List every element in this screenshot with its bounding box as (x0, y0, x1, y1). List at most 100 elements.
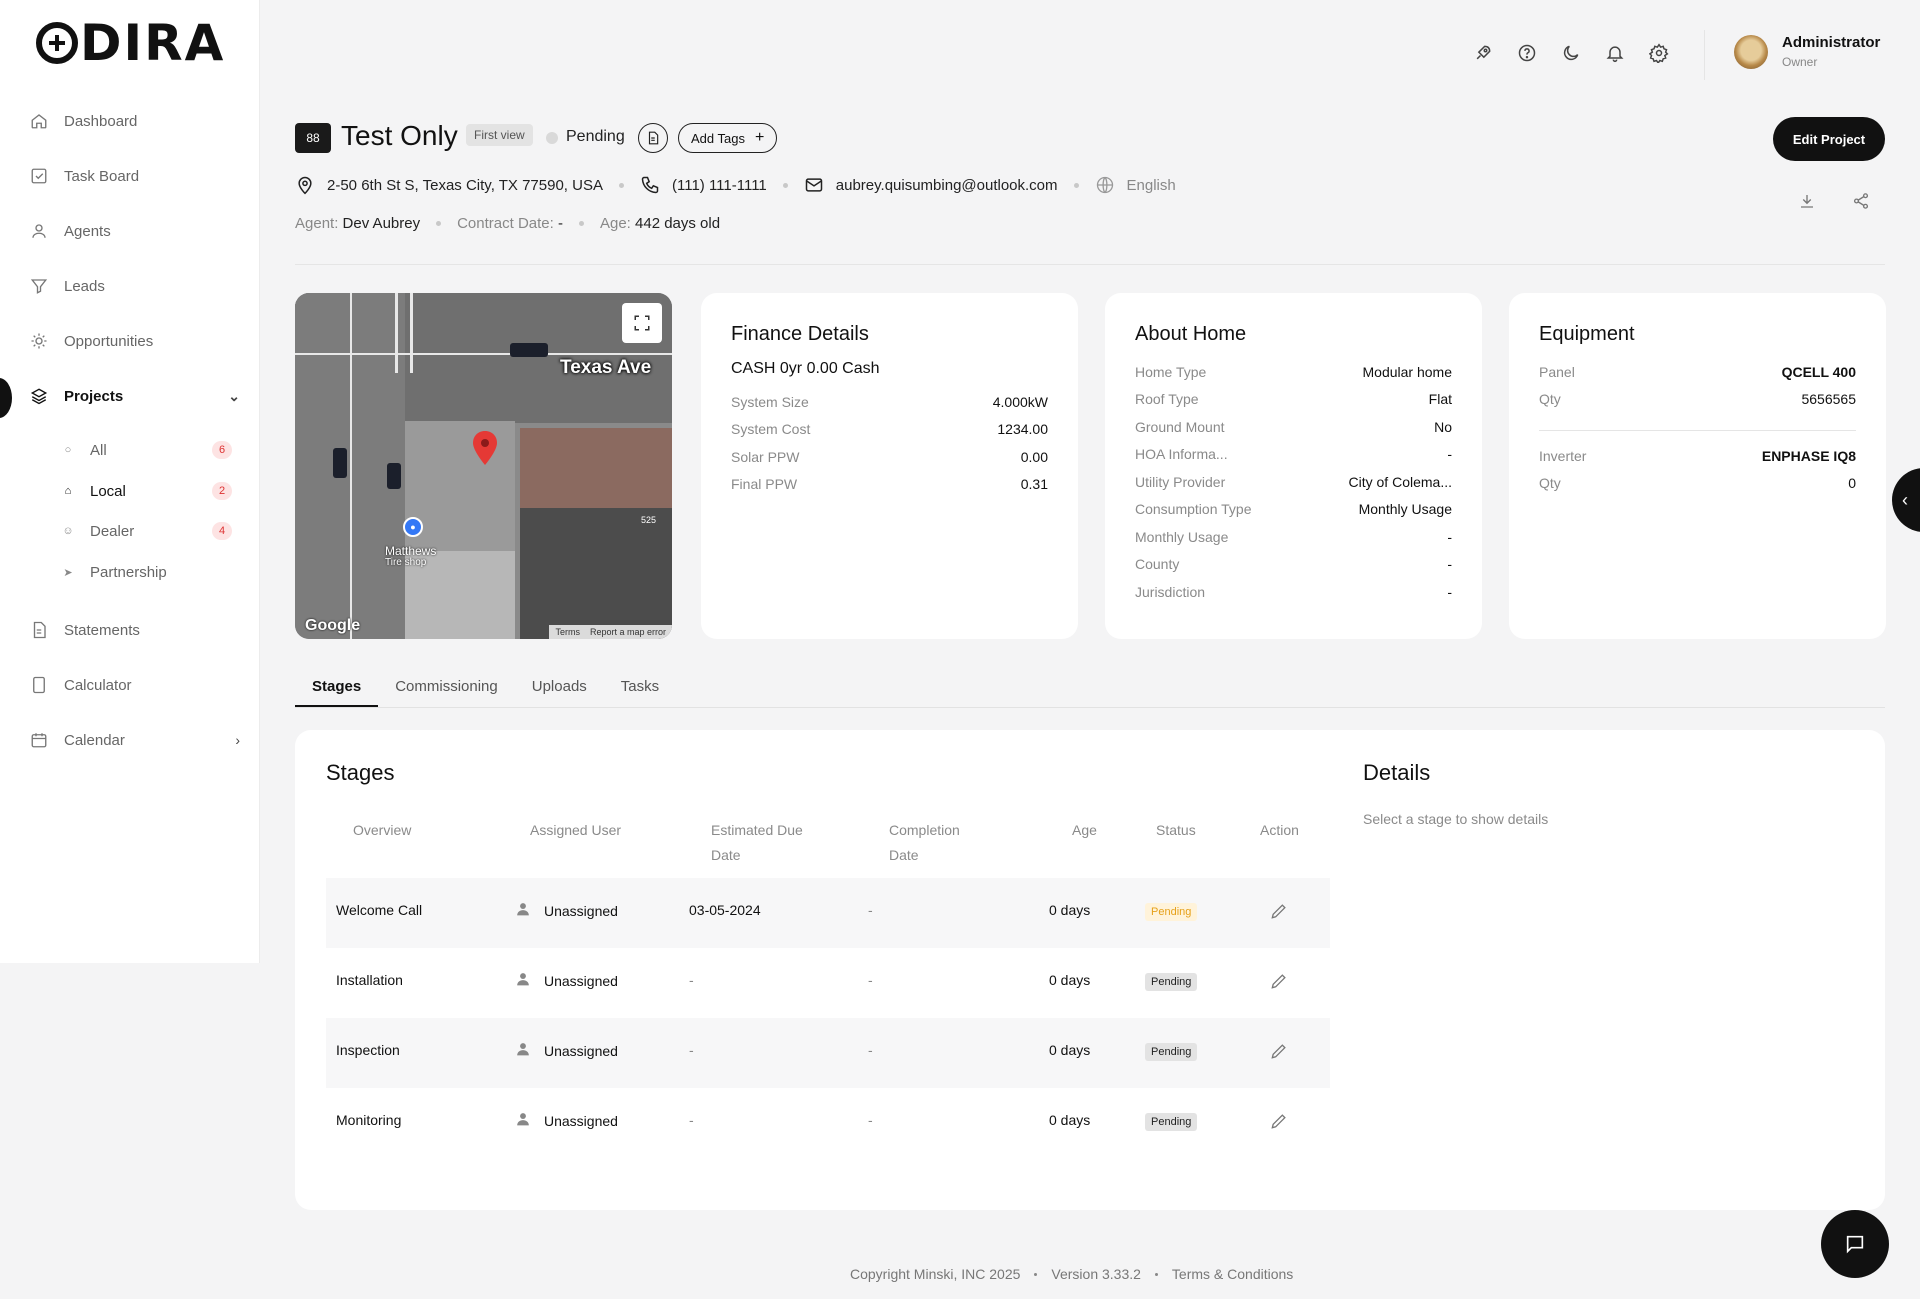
card-title: Equipment (1539, 323, 1635, 345)
tab-tasks[interactable]: Tasks (604, 678, 676, 708)
map-terms-link[interactable]: Terms (555, 627, 580, 637)
contact-info-row: 2-50 6th St S, Texas City, TX 77590, USA… (295, 175, 1176, 195)
plus-icon: + (754, 129, 765, 146)
user-icon (516, 1112, 530, 1129)
edit-pencil-icon[interactable] (1269, 1041, 1289, 1066)
map-report-link[interactable]: Report a map error (590, 627, 666, 637)
sidebar-item-projects[interactable]: Projects ⌄ (30, 384, 240, 408)
card-title: About Home (1135, 323, 1247, 345)
map-place-label: Matthews Tire shop (385, 544, 437, 568)
sidebar-item-agents[interactable]: Agents (30, 219, 240, 243)
edit-pencil-icon[interactable] (1269, 971, 1289, 996)
sidebar-item-statements[interactable]: Statements (30, 618, 240, 642)
map-street-label: Texas Ave (560, 357, 652, 378)
stage-age: 0 days (1049, 972, 1091, 988)
footer-terms-link[interactable]: Terms & Conditions (1172, 1266, 1293, 1282)
document-icon (30, 621, 48, 639)
header-divider (1704, 30, 1705, 80)
user-icon (516, 1042, 530, 1059)
edit-pencil-icon[interactable] (1269, 1111, 1289, 1136)
property-map[interactable]: Texas Ave ● Matthews Tire shop 525 Google… (295, 293, 672, 639)
project-email[interactable]: aubrey.quisumbing@outlook.com (836, 177, 1058, 194)
sidebar-subitem-dealer[interactable]: ☺ Dealer 4 (62, 520, 232, 542)
equipment-row: Qty 5656565 (1539, 391, 1856, 407)
col-header-status: Status (1156, 822, 1196, 838)
add-tags-button[interactable]: Add Tags + (678, 123, 778, 153)
table-row[interactable]: Monitoring Unassigned - - 0 days Pending (326, 1088, 1330, 1158)
gear-icon[interactable] (1648, 42, 1670, 64)
rocket-icon[interactable] (1472, 42, 1494, 64)
footer-version: Version 3.33.2 (1051, 1266, 1141, 1282)
project-status: Pending (566, 128, 625, 145)
user-menu[interactable]: Administrator Owner (1734, 34, 1880, 69)
sidebar-item-task-board[interactable]: Task Board (30, 164, 240, 188)
user-icon (516, 902, 530, 919)
sidebar-item-calendar[interactable]: Calendar › (30, 728, 240, 752)
map-lot-number: 525 (641, 515, 657, 525)
fullscreen-icon[interactable] (622, 303, 662, 343)
sidebar-item-calculator[interactable]: Calculator (30, 673, 240, 697)
table-row[interactable]: Installation Unassigned - - 0 days Pendi… (326, 948, 1330, 1018)
status-badge: Pending (1145, 1043, 1198, 1061)
download-icon[interactable] (1798, 192, 1816, 215)
chat-icon (1846, 1235, 1864, 1254)
edit-pencil-icon[interactable] (1269, 901, 1289, 926)
finance-row: System Size 4.000kW (731, 394, 1048, 410)
home-icon (30, 112, 48, 130)
edit-project-button[interactable]: Edit Project (1773, 117, 1885, 161)
tab-stages[interactable]: Stages (295, 678, 379, 708)
sidebar-item-leads[interactable]: Leads (30, 274, 240, 298)
bell-icon[interactable] (1604, 42, 1626, 64)
user-icon (516, 972, 530, 989)
details-title: Details (1363, 760, 1431, 785)
help-icon[interactable] (1516, 42, 1538, 64)
header-actions (1798, 192, 1870, 215)
user-role: Owner (1782, 55, 1818, 69)
google-logo: Google (305, 617, 361, 634)
location-pin-icon (295, 175, 315, 195)
assigned-user: Unassigned (544, 1042, 618, 1059)
sidebar-item-label: Calculator (64, 676, 132, 694)
table-row[interactable]: Welcome Call Unassigned 03-05-2024 - 0 d… (326, 878, 1330, 948)
checkbox-icon (30, 167, 48, 185)
chat-button[interactable] (1821, 1210, 1889, 1278)
count-badge: 2 (212, 482, 232, 500)
panel-collapse-handle[interactable]: ‹ (1892, 468, 1920, 532)
sidebar-item-opportunities[interactable]: Opportunities (30, 329, 240, 353)
sidebar-subitem-all[interactable]: ○ All 6 (62, 439, 232, 461)
tab-uploads[interactable]: Uploads (515, 678, 604, 708)
project-address: 2-50 6th St S, Texas City, TX 77590, USA (327, 176, 603, 194)
count-badge: 6 (212, 441, 232, 459)
brand-logo[interactable]: DIRA (36, 14, 225, 72)
chevron-left-icon: ‹ (1902, 489, 1908, 510)
moon-icon[interactable] (1560, 42, 1582, 64)
project-age: 442 days old (635, 215, 721, 232)
chevron-right-icon[interactable]: › (235, 732, 240, 748)
sidebar-subitem-local[interactable]: ⌂ Local 2 (62, 480, 232, 502)
home-row: HOA Informa... - (1135, 446, 1452, 462)
map-marker-icon[interactable] (473, 431, 497, 470)
stage-name: Inspection (336, 1042, 400, 1058)
sidebar-item-label: Statements (64, 621, 140, 639)
sidebar-item-label: Task Board (64, 167, 140, 185)
equipment-card: Equipment Panel QCELL 400 Qty 5656565 Inve… (1509, 293, 1886, 639)
tab-commissioning[interactable]: Commissioning (378, 678, 515, 708)
sidebar-item-dashboard[interactable]: Dashboard (30, 109, 240, 133)
poi-lock-icon[interactable]: ● (403, 517, 423, 537)
document-button[interactable] (638, 123, 668, 153)
home-row: Monthly Usage - (1135, 529, 1452, 545)
sidebar-subitem-partnership[interactable]: ➤ Partnership (62, 561, 232, 583)
completion-date: - (868, 1042, 873, 1058)
footer: Copyright Minski, INC 2025 Version 3.33.… (850, 1266, 1293, 1282)
chevron-down-icon[interactable]: ⌄ (228, 388, 240, 405)
home-row: Ground Mount No (1135, 419, 1452, 435)
finance-row: Final PPW 0.31 (731, 476, 1048, 492)
project-phone[interactable]: (111) 111-1111 (672, 177, 767, 194)
table-row[interactable]: Inspection Unassigned - - 0 days Pending (326, 1018, 1330, 1088)
assigned-user: Unassigned (544, 902, 618, 919)
finance-row: System Cost 1234.00 (731, 421, 1048, 437)
share-icon[interactable] (1852, 192, 1870, 215)
stage-age: 0 days (1049, 1112, 1091, 1128)
stage-name: Monitoring (336, 1112, 402, 1128)
col-header-overview: Overview (353, 822, 412, 838)
